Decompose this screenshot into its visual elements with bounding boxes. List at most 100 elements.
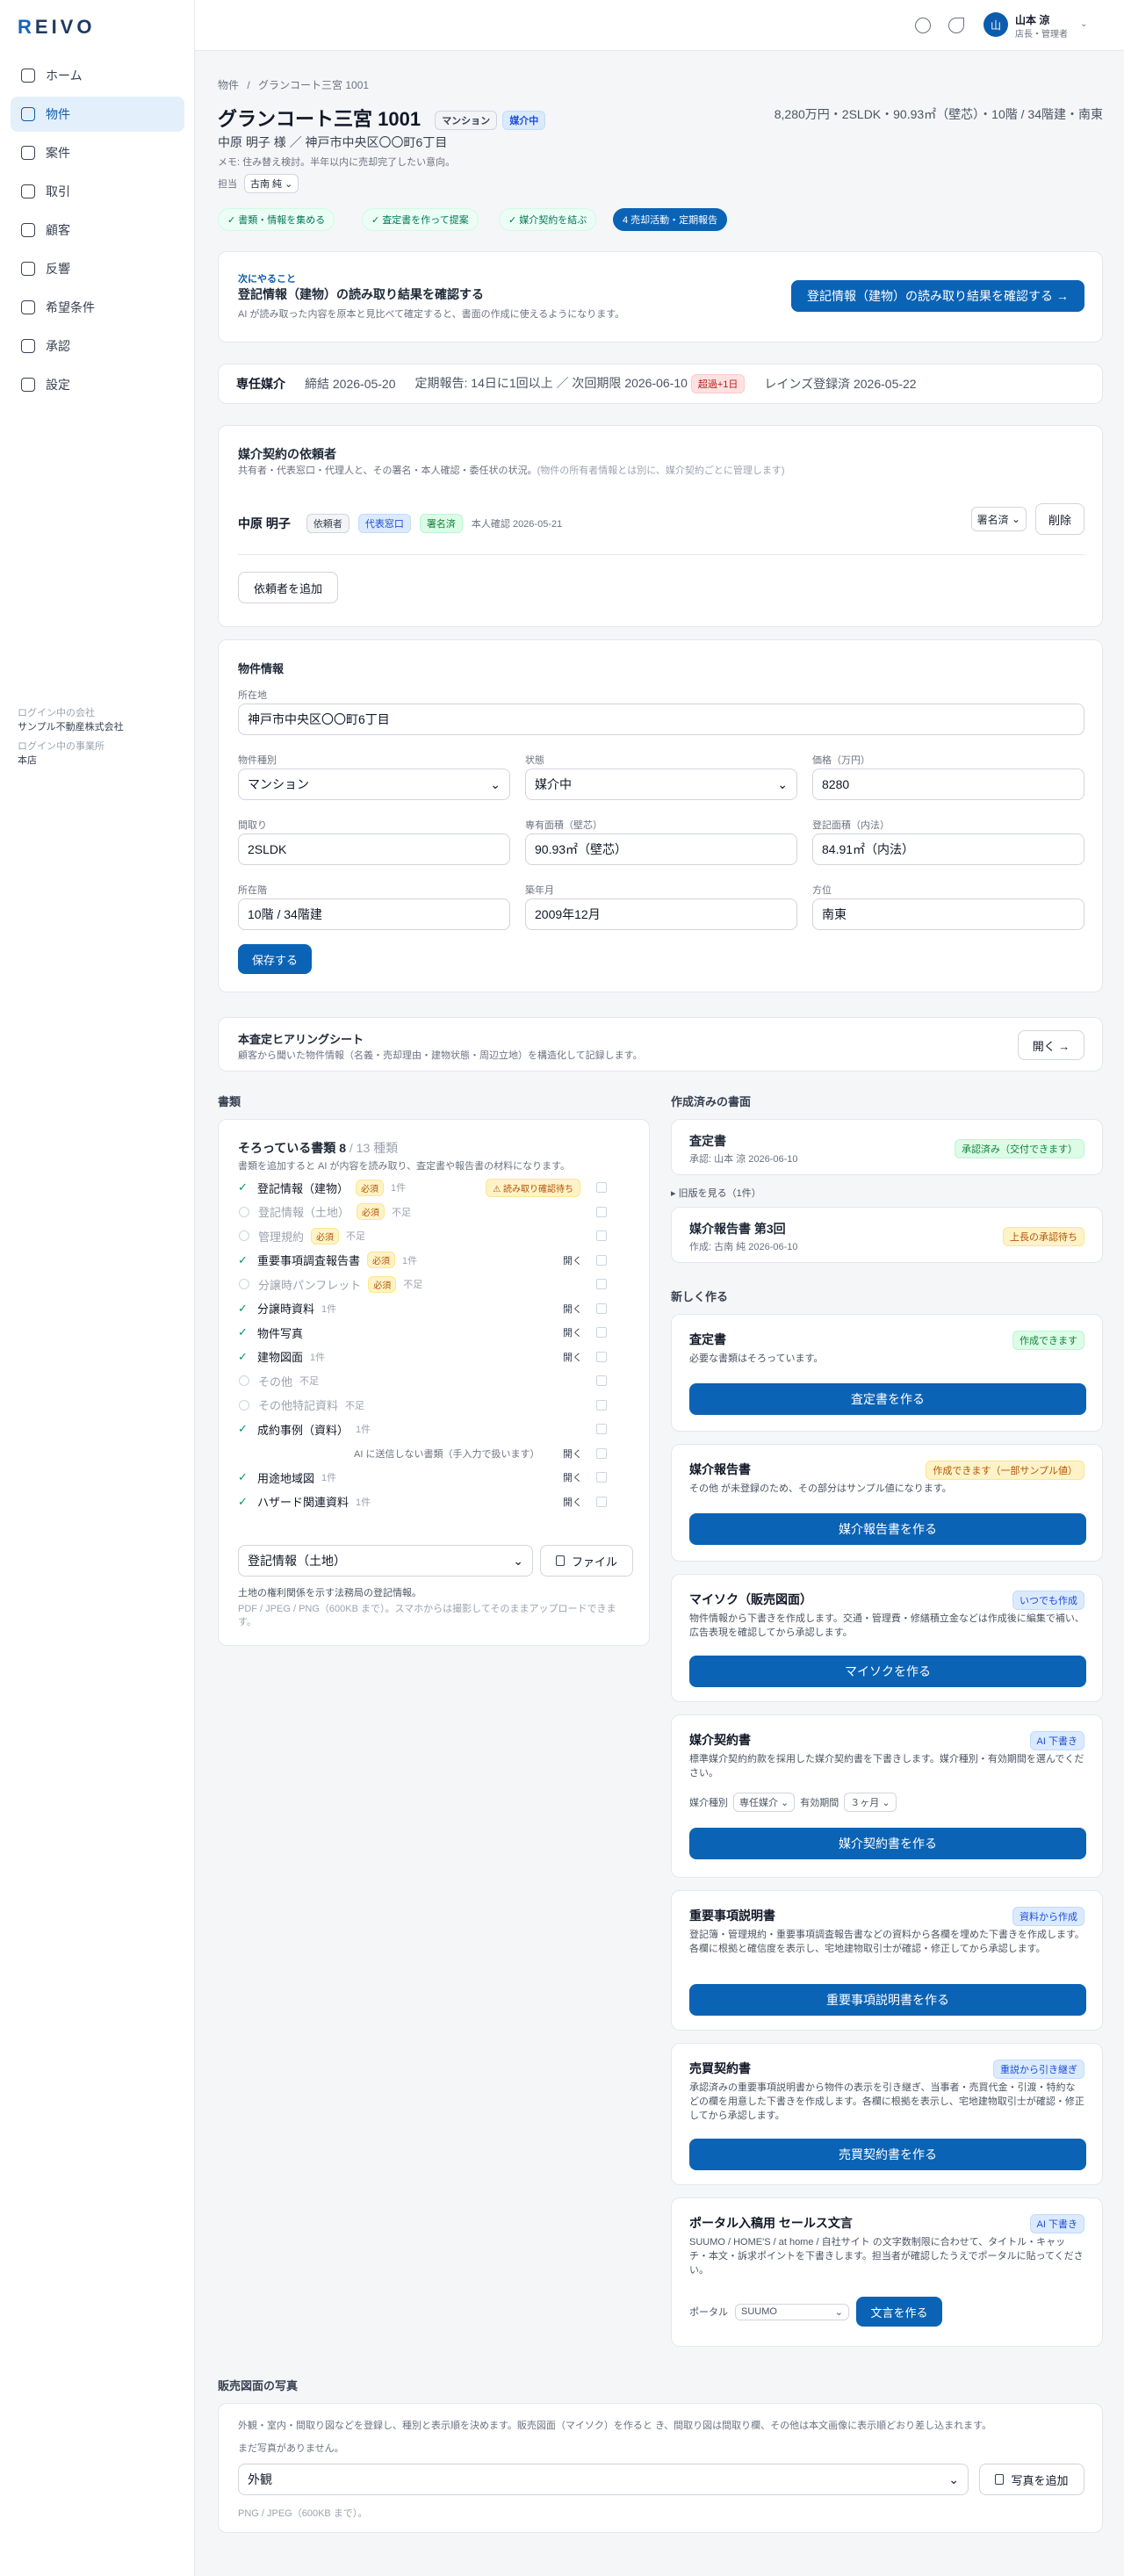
photo-type-select[interactable]: 外観 ⌄ [238,2464,969,2495]
sidebar-item-8[interactable]: 設定 [11,367,184,402]
moon-icon[interactable] [948,18,964,33]
address-input[interactable]: 神戸市中央区〇〇町6丁目 [238,704,1084,735]
photos-empty: まだ写真がありません。 [238,2443,344,2454]
sparkle-icon[interactable] [915,18,931,33]
validity-select[interactable]: ３ヶ月 ⌄ [844,1793,897,1812]
reg-area-input[interactable]: 84.91㎡（内法） [812,833,1084,865]
doc-name: その他特記資料 [258,1399,339,1412]
create-sales-contract-button[interactable]: 売買契約書を作る [689,2139,1086,2170]
sidebar-item-label: ホーム [46,69,83,83]
create-jusetsu-button[interactable]: 重要事項説明書を作る [689,1984,1086,2016]
logo[interactable]: REIVO [18,16,95,39]
step-3[interactable]: ✓ 媒介契約を結ぶ [499,208,597,231]
trash-icon[interactable] [596,1375,607,1386]
trash-icon[interactable] [596,1279,607,1289]
doc-type-select[interactable]: 登記情報（土地） ⌄ [238,1545,533,1577]
chevron-down-icon[interactable]: ⌄ [1080,19,1087,29]
create-desc: 必要な書類はそろっています。 [689,1353,824,1364]
check-icon: ✓ [238,1180,248,1194]
confirm-reading-button[interactable]: 登記情報（建物）の読み取り結果を確認する → [791,280,1084,312]
create-appraisal-button[interactable]: 査定書を作る [689,1383,1086,1415]
page-title: グランコート三宮 1001 マンション 媒介中 [218,104,546,132]
portal-select[interactable]: SUUMO ⌄ [735,2303,849,2320]
open-link[interactable]: 開く [563,1253,582,1267]
mediation-signed: 締結 2026-05-20 [305,377,396,391]
add-photo-button[interactable]: 写真を追加 [979,2464,1084,2495]
sidebar-item-0[interactable]: ホーム [11,58,184,93]
save-button[interactable]: 保存する [238,944,312,974]
floor-input[interactable]: 10階 / 34階建 [238,898,510,930]
sidebar-item-4[interactable]: 顧客 [11,213,184,248]
office-name: 本店 [18,755,37,766]
open-link[interactable]: 開く [563,1470,582,1484]
step-4[interactable]: 4 売却活動・定期報告 [613,208,728,231]
created-doc-card[interactable]: 媒介報告書 第3回 作成: 古南 純 2026-06-10 上長の承認待ち [671,1207,1103,1263]
open-link[interactable]: 開く [563,1302,582,1316]
warn-badge[interactable]: ⚠ 読み取り確認待ち [486,1178,580,1197]
step-1[interactable]: ✓ 書類・情報を集める [218,208,335,231]
file-button[interactable]: ファイル [540,1545,633,1577]
sidebar-item-6[interactable]: 希望条件 [11,290,184,325]
kind-select[interactable]: マンション ⌄ [238,768,510,800]
dir-input[interactable]: 南東 [812,898,1084,930]
layout-input[interactable]: 2SLDK [238,833,510,865]
client-role: 依頼者 [306,514,349,533]
create-mediation-button[interactable]: 媒介契約書を作る [689,1828,1086,1859]
open-link[interactable]: 開く [563,1325,582,1339]
trash-icon[interactable] [596,1496,607,1507]
breadcrumb-root[interactable]: 物件 [218,79,239,91]
state-select[interactable]: 媒介中 ⌄ [525,768,797,800]
assignee-select[interactable]: 古南 純 ⌄ [244,174,299,193]
add-client-button[interactable]: 依頼者を追加 [238,572,338,603]
created-doc-meta: 承認: 山本 涼 2026-06-10 [689,1154,798,1165]
sidebar-item-5[interactable]: 反響 [11,251,184,286]
reins-status: レインズ登録済 2026-05-22 [764,377,917,391]
sidebar-item-1[interactable]: 物件 [11,97,184,132]
sidebar-item-3[interactable]: 取引 [11,174,184,209]
check-icon: ✓ [238,1470,248,1483]
create-card-appraisal: 査定書 作成できます 必要な書類はそろっています。 査定書を作る [671,1314,1103,1432]
doc-row: ✓ 建物図面 1件 開く [238,1347,607,1367]
create-report-button[interactable]: 媒介報告書を作る [689,1513,1086,1545]
create-card-report: 媒介報告書 作成できます（一部サンプル値） その他 が未登録のため、その部分はサ… [671,1444,1103,1562]
open-link[interactable]: 開く [563,1447,582,1461]
check-icon: ✓ [238,1494,248,1508]
create-desc: 物件情報から下書きを作成します。交通・管理費・修繕積立金などは作成後に編集で補い… [689,1613,1084,1638]
old-versions-toggle[interactable]: ▸ 旧版を見る（1件） [671,1186,761,1200]
open-link[interactable]: 開く [563,1495,582,1509]
trash-icon[interactable] [596,1447,607,1459]
created-doc-card[interactable]: 査定書 承認: 山本 涼 2026-06-10 承認済み（交付できます） [671,1119,1103,1175]
sidebar-item-label: 承認 [46,339,70,353]
trash-icon[interactable] [596,1206,607,1217]
avatar[interactable]: 山 [984,12,1008,37]
area-input[interactable]: 90.93㎡（壁芯） [525,833,797,865]
price-input[interactable]: 8280 [812,768,1084,800]
doc-name: 分譲時パンフレット [258,1278,362,1292]
trash-icon[interactable] [596,1351,607,1362]
step-2[interactable]: ✓ 査定書を作って提案 [362,208,479,231]
check-icon: ✓ [238,1252,248,1266]
create-portal-text-button[interactable]: 文言を作る [856,2297,942,2327]
sign-status-select[interactable]: 署名済 ⌄ [970,507,1027,531]
doc-name: その他 [258,1375,293,1389]
delete-client-button[interactable]: 削除 [1035,503,1084,535]
trash-icon[interactable] [596,1472,607,1483]
trash-icon[interactable] [596,1182,607,1193]
trash-icon[interactable] [596,1327,607,1338]
trash-icon[interactable] [596,1230,607,1241]
built-input[interactable]: 2009年12月 [525,898,797,930]
sidebar-item-7[interactable]: 承認 [11,328,184,364]
trash-icon[interactable] [596,1254,607,1266]
trash-icon[interactable] [596,1424,607,1434]
report-deadline: 定期報告: 14日に1回以上 ／ 次回期限 2026-06-10 超過+1日 [415,374,746,393]
create-maisoku-button[interactable]: マイソクを作る [689,1656,1086,1687]
open-link[interactable]: 開く [563,1350,582,1364]
open-hearing-button[interactable]: 開く → [1018,1030,1084,1060]
trash-icon[interactable] [596,1302,607,1314]
dir-label: 方位 [812,885,832,896]
mediation-type-select[interactable]: 専任媒介 ⌄ [733,1793,796,1812]
trash-icon[interactable] [596,1399,607,1411]
sidebar-item-2[interactable]: 案件 [11,135,184,170]
status-tag: 媒介中 [502,111,546,131]
clients-desc: 共有者・代表窓口・代理人と、その署名・本人確認・委任状の状況。(物件の所有者情報… [238,465,785,476]
